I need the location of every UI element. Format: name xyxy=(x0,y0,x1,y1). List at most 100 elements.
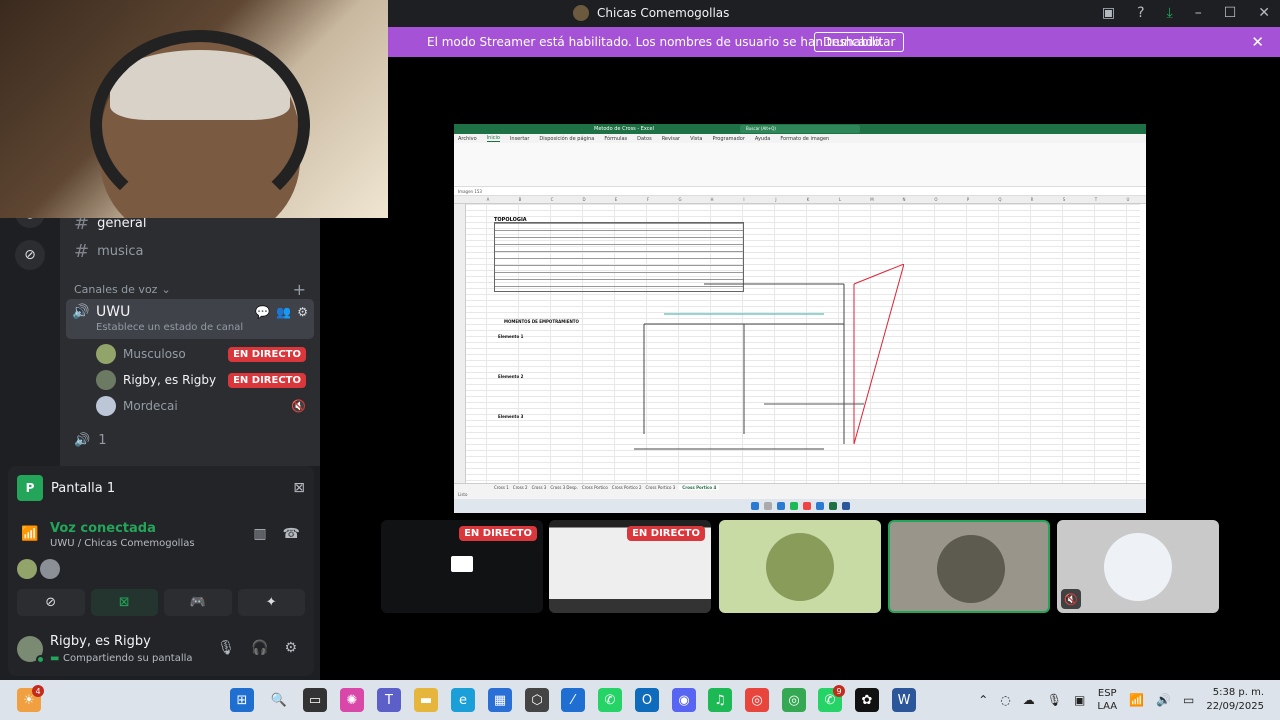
activity-button[interactable]: 🎮 xyxy=(164,589,232,616)
disable-button[interactable]: Deshabilitar xyxy=(814,32,905,52)
cloud-icon[interactable]: ☁ xyxy=(1023,693,1035,707)
avatar[interactable] xyxy=(40,559,60,579)
close-icon[interactable]: ✕ xyxy=(1251,33,1264,51)
microphone-icon[interactable]: 🎙 xyxy=(217,640,235,656)
minimize-icon[interactable]: – xyxy=(1195,5,1202,21)
volume-icon[interactable]: 🔊 xyxy=(1156,693,1171,707)
menu-item: Disposición de página xyxy=(539,135,595,142)
window-title: Chicas Comemogollas xyxy=(597,6,730,20)
voice-status: Voz conectada xyxy=(50,521,156,536)
stream-panel: P Pantalla 1 ⊠ 📶 Voz conectada UWU / Chi… xyxy=(8,466,314,676)
whatsapp-icon[interactable]: ✆ xyxy=(598,688,622,712)
spotify-icon[interactable]: ♫ xyxy=(708,688,732,712)
muted-icon: 🔇 xyxy=(291,399,306,413)
language-indicator[interactable]: ESP LAA xyxy=(1097,687,1117,713)
disconnect-icon[interactable]: ☎ xyxy=(283,526,300,542)
start-icon[interactable]: ⊞ xyxy=(230,688,254,712)
wifi-icon[interactable]: 📶 xyxy=(1129,693,1144,707)
voice-category[interactable]: Canales de voz ⌄ + xyxy=(74,280,306,299)
teams-icon[interactable]: T xyxy=(377,688,401,712)
voice-location[interactable]: UWU / Chicas Comemogollas xyxy=(50,538,195,549)
voice-user[interactable]: Rigby, es Rigby EN DIRECTO xyxy=(96,368,306,392)
inbox-icon[interactable]: ▣ xyxy=(1102,5,1115,21)
gear-icon[interactable]: ⚙ xyxy=(297,305,308,319)
avatar xyxy=(937,535,1005,603)
store-icon[interactable]: ▦ xyxy=(488,688,512,712)
muted-icon: 🔇 xyxy=(1061,589,1081,609)
user-name: Mordecai xyxy=(123,399,178,413)
battery-icon[interactable]: ▭ xyxy=(1183,693,1194,707)
chevron-up-icon[interactable]: ⌃ xyxy=(978,693,988,707)
shared-screen[interactable]: Metodo de Cross - Excel Buscar (Alt+Q) A… xyxy=(454,124,1146,513)
outlook-icon[interactable]: O xyxy=(635,688,659,712)
participant-tile[interactable] xyxy=(719,520,881,613)
stop-stream-icon[interactable]: ⊠ xyxy=(293,480,305,496)
channel-label: 1 xyxy=(98,432,107,448)
maximize-icon[interactable]: ☐ xyxy=(1224,5,1237,21)
live-badge: EN DIRECTO xyxy=(459,526,537,541)
excel-menu: Archivo Inicio Insertar Disposición de p… xyxy=(454,134,1146,143)
user-status: Compartiendo su pantalla xyxy=(63,653,193,664)
avatar[interactable] xyxy=(17,559,37,579)
shared-taskbar xyxy=(454,499,1146,513)
menu-item: Archivo xyxy=(458,135,477,142)
discord-icon[interactable]: ◉ xyxy=(672,688,696,712)
app-tray-icon[interactable]: ◌ xyxy=(1000,693,1010,707)
voice-channel-name: UWU xyxy=(96,304,131,320)
voice-user[interactable]: Mordecai 🔇 xyxy=(96,394,306,418)
whatsapp-icon[interactable]: ✆ 9 xyxy=(818,685,845,712)
chat-icon[interactable]: 💬 xyxy=(255,305,270,319)
word-icon[interactable]: W xyxy=(892,688,916,712)
invite-icon[interactable]: 👥 xyxy=(276,305,291,319)
menu-item: Revisar xyxy=(661,135,681,142)
menu-item: Datos xyxy=(637,135,652,142)
avatar xyxy=(766,533,834,601)
participant-tile[interactable] xyxy=(888,520,1050,613)
voice-channel-uwu[interactable]: 🔊 UWU Establece un estado de canal 💬 👥 ⚙ xyxy=(66,299,314,339)
weather-icon[interactable]: ☀ 4 xyxy=(17,685,44,712)
signal-icon[interactable]: 📶 xyxy=(21,526,38,542)
headphones-icon[interactable]: 🎧 xyxy=(251,640,268,656)
voice-channel-1[interactable]: 🔊 1 xyxy=(74,427,306,453)
app-icon[interactable]: ⬡ xyxy=(525,688,549,712)
monitor-icon xyxy=(451,556,473,572)
stream-tile[interactable]: EN DIRECTO xyxy=(381,520,543,613)
live-badge[interactable]: EN DIRECTO xyxy=(228,372,306,388)
noise-suppression-icon[interactable]: ▥ xyxy=(253,526,266,542)
edge-icon[interactable]: e xyxy=(451,688,475,712)
stream-tile[interactable]: EN DIRECTO xyxy=(549,520,711,613)
clock[interactable]: 5:38 p. m. 22/09/2025 xyxy=(1206,686,1264,714)
channel-status[interactable]: Establece un estado de canal xyxy=(96,322,243,333)
search-icon[interactable]: 🔍 xyxy=(267,688,291,712)
task-view-icon[interactable]: ▭ xyxy=(303,688,327,712)
live-badge[interactable]: EN DIRECTO xyxy=(228,346,306,362)
soundboard-button[interactable]: ✦ xyxy=(237,589,305,616)
chevron-down-icon: ⌄ xyxy=(161,283,171,296)
user-panel[interactable]: Rigby, es Rigby ▬ Compartiendo su pantal… xyxy=(17,630,305,670)
chrome-icon[interactable]: ◎ xyxy=(782,688,806,712)
screen-share-button[interactable]: ⊠ xyxy=(90,589,158,616)
channel-label: musica xyxy=(97,243,144,259)
server-icon xyxy=(573,5,589,21)
microphone-icon[interactable]: 🎙 xyxy=(1047,693,1062,707)
help-icon[interactable]: ? xyxy=(1137,5,1144,21)
excel-search: Buscar (Alt+Q) xyxy=(740,125,860,133)
windows-taskbar: ☀ 4 ⊞ 🔍 ▭ ✺ T ▬ e ▦ ⬡ ⁄ ✆ O ◉ ♫ ◎ ◎ ✆ 9 ✿ … xyxy=(0,680,1280,720)
channel-musica[interactable]: # musica xyxy=(74,238,306,264)
stream-title: Pantalla 1 xyxy=(51,480,116,496)
close-icon[interactable]: ✕ xyxy=(1258,5,1270,21)
app-icon[interactable]: ⁄ xyxy=(561,688,585,712)
app-icon[interactable]: ✿ xyxy=(855,688,879,712)
copilot-icon[interactable]: ✺ xyxy=(340,688,364,712)
download-icon[interactable]: ⤓ xyxy=(1167,5,1173,21)
participant-tile[interactable]: 🔇 xyxy=(1057,520,1219,613)
folder-icon[interactable]: ▬ xyxy=(414,688,438,712)
headset xyxy=(90,30,310,218)
gear-icon[interactable]: ⚙ xyxy=(284,640,297,656)
chrome-icon[interactable]: ◎ xyxy=(745,688,769,712)
screen-icon[interactable]: ▣ xyxy=(1074,693,1085,707)
voice-user[interactable]: Musculoso EN DIRECTO xyxy=(96,342,306,366)
discover-icon[interactable]: ⊘ xyxy=(15,240,45,270)
add-channel-icon[interactable]: + xyxy=(293,280,306,299)
camera-off-button[interactable]: ⊘ xyxy=(17,589,85,616)
